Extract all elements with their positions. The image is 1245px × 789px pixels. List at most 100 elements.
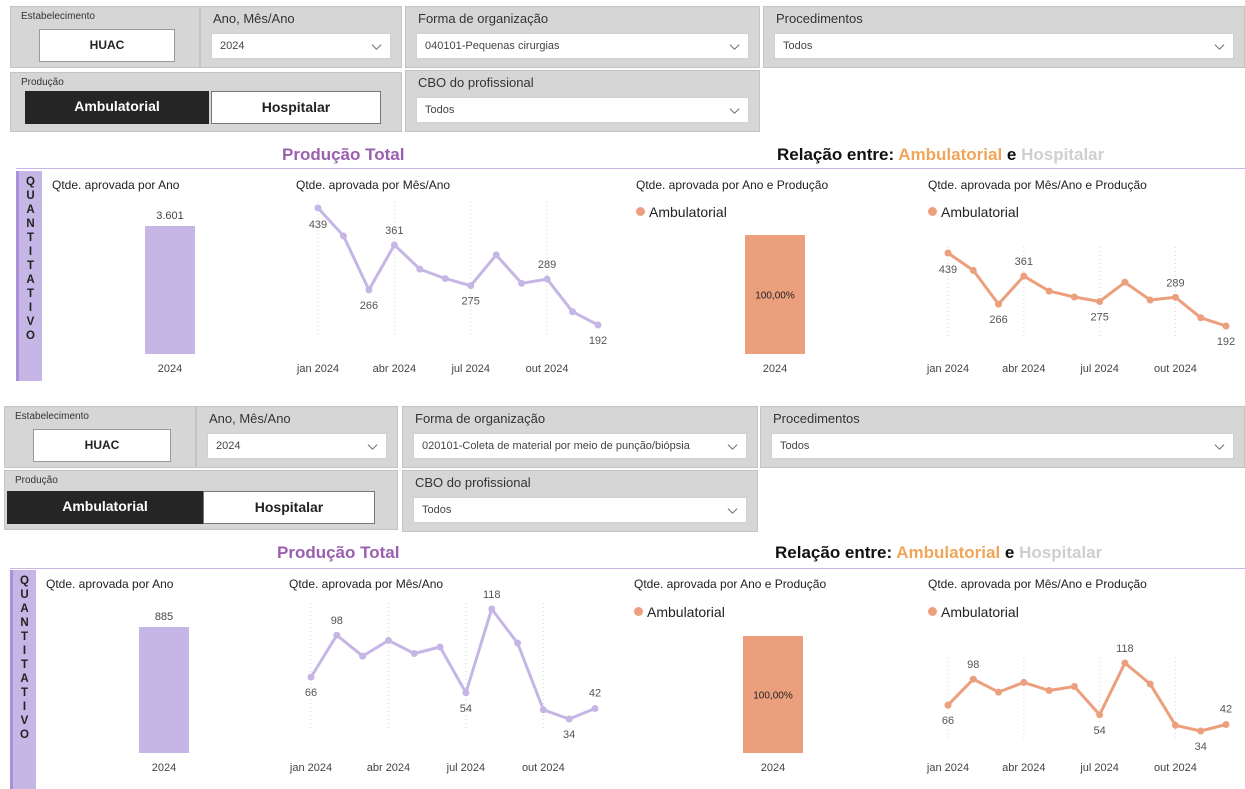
legend-label: Ambulatorial — [941, 604, 1019, 620]
producao-hospitalar-button[interactable]: Hospitalar — [203, 491, 375, 524]
data-point — [1045, 287, 1053, 295]
x-tick-label: abr 2024 — [367, 762, 410, 774]
x-tick-label: jul 2024 — [1079, 363, 1119, 375]
cbo-dropdown[interactable]: Todos — [413, 497, 747, 523]
legend-ambulatorial[interactable]: Ambulatorial — [636, 204, 727, 220]
producao-ambulatorial-button[interactable]: Ambulatorial — [7, 491, 203, 524]
x-tick-label: jan 2024 — [926, 363, 969, 375]
procedimentos-dropdown[interactable]: Todos — [774, 33, 1234, 59]
chevron-down-icon — [1214, 444, 1225, 451]
sidebar-letter: N — [20, 617, 29, 629]
sidebar-letter: I — [22, 701, 27, 713]
visual-title-por-mes: Qtde. aprovada por Mês/Ano — [296, 178, 451, 192]
relacao-prefix: Relação entre: — [775, 543, 893, 562]
filter-procedimentos: Procedimentos Todos — [760, 406, 1245, 468]
x-tick-label: jan 2024 — [289, 762, 332, 774]
visual-title-por-mes-producao: Qtde. aprovada por Mês/Ano e Produção — [928, 178, 1147, 192]
chevron-down-icon — [367, 444, 378, 451]
sidebar-letter: O — [26, 330, 35, 342]
legend-ambulatorial[interactable]: Ambulatorial — [928, 604, 1019, 620]
data-point — [314, 204, 322, 212]
x-tick-label: abr 2024 — [373, 363, 416, 375]
estabelecimento-value-button[interactable]: HUAC — [33, 429, 171, 462]
data-point — [969, 266, 977, 274]
producao-hospitalar-button[interactable]: Hospitalar — [211, 91, 381, 124]
data-point — [591, 705, 599, 713]
data-point — [492, 251, 500, 259]
data-point — [441, 275, 449, 283]
data-label: 266 — [989, 314, 1007, 326]
sidebar-letter: T — [20, 631, 29, 643]
forma-dropdown-value: 040101-Pequenas cirurgias — [425, 40, 560, 52]
filter-procedimentos-title: Procedimentos — [776, 11, 863, 26]
filter-estabelecimento-title: Estabelecimento — [15, 411, 89, 422]
filter-procedimentos-title: Procedimentos — [773, 411, 860, 426]
data-point — [416, 265, 424, 273]
filter-producao-title: Produção — [21, 77, 64, 88]
x-tick-label: 2024 — [158, 363, 182, 375]
sidebar-letter: T — [26, 260, 35, 272]
procedimentos-dropdown[interactable]: Todos — [771, 433, 1234, 459]
data-point — [969, 675, 977, 683]
sidebar-letter: I — [22, 645, 27, 657]
chart-qtde-por-ano-producao[interactable]: 100,00% 2024 — [698, 626, 848, 779]
cbo-dropdown-value: Todos — [422, 504, 452, 516]
bar — [139, 627, 189, 753]
filter-forma-organizacao: Forma de organização 040101-Pequenas cir… — [405, 6, 760, 68]
data-point — [359, 652, 367, 660]
data-point — [365, 286, 373, 294]
producao-ambulatorial-button[interactable]: Ambulatorial — [25, 91, 209, 124]
cbo-dropdown[interactable]: Todos — [416, 97, 749, 123]
ano-dropdown[interactable]: 2024 — [211, 33, 391, 59]
x-tick-label: out 2024 — [1154, 363, 1197, 375]
chevron-down-icon — [371, 44, 382, 51]
data-label: 192 — [589, 335, 607, 347]
chart-qtde-por-mes[interactable]: 439 266 361 275 289 192 jan 2024 abr 2024 jul 20… — [280, 196, 610, 380]
chart-qtde-por-ano[interactable]: 885 2024 — [94, 596, 234, 779]
data-point — [1197, 727, 1205, 735]
data-point — [1020, 678, 1028, 686]
sidebar-letter: O — [20, 729, 29, 741]
data-label: 98 — [331, 615, 343, 627]
filter-forma-title: Forma de organização — [418, 11, 549, 26]
chevron-down-icon — [727, 508, 738, 515]
data-point — [1197, 314, 1205, 322]
bar — [145, 226, 195, 354]
legend-dot-icon — [928, 207, 937, 216]
data-point — [467, 282, 475, 290]
legend-ambulatorial[interactable]: Ambulatorial — [928, 204, 1019, 220]
procedimentos-dropdown-value: Todos — [783, 40, 813, 52]
relacao-ambulatorial: Ambulatorial — [896, 543, 1001, 562]
legend-ambulatorial[interactable]: Ambulatorial — [634, 604, 725, 620]
chart-qtde-por-mes[interactable]: 66 98 54 118 34 42 jan 2024 abr 2024 jul 2024 out… — [273, 589, 607, 779]
legend-dot-icon — [636, 207, 645, 216]
dashboard-section-2: Estabelecimento HUAC Ano, Mês/Ano 2024 F… — [0, 402, 1245, 789]
ano-dropdown[interactable]: 2024 — [207, 433, 387, 459]
data-label: 439 — [939, 264, 957, 276]
chart-qtde-por-ano[interactable]: 3.601 2024 — [100, 196, 240, 380]
data-point — [594, 321, 602, 329]
relacao-title: Relação entre: Ambulatorial e Hospitalar — [775, 543, 1102, 563]
data-label: 361 — [1015, 256, 1033, 268]
data-point — [333, 631, 341, 639]
data-label: 66 — [942, 715, 954, 727]
data-point — [944, 701, 952, 709]
x-tick-label: out 2024 — [526, 363, 569, 375]
data-point — [539, 706, 547, 714]
data-point — [1070, 682, 1078, 690]
chart-qtde-por-ano-producao[interactable]: 100,00% 2024 — [700, 226, 850, 380]
data-label: 54 — [460, 703, 472, 715]
filter-cbo: CBO do profissional Todos — [405, 70, 760, 132]
data-point — [1171, 721, 1179, 729]
sidebar-letter: A — [20, 673, 29, 685]
filter-cbo-title: CBO do profissional — [418, 75, 534, 90]
forma-dropdown[interactable]: 020101-Coleta de material por meio de pu… — [413, 433, 747, 459]
estabelecimento-value-button[interactable]: HUAC — [39, 29, 175, 62]
data-point — [1146, 296, 1154, 304]
chart-qtde-por-mes-producao[interactable]: 439 266 361 275 289 192 jan 2024 abr 2024 jul 20… — [912, 226, 1235, 380]
forma-dropdown[interactable]: 040101-Pequenas cirurgias — [416, 33, 749, 59]
data-point — [995, 688, 1003, 696]
chart-qtde-por-mes-producao[interactable]: 66 98 54 118 34 42 jan 2024 abr 2024 jul 2024 out… — [912, 626, 1234, 779]
data-point — [1096, 297, 1104, 305]
x-tick-label: 2024 — [763, 363, 787, 375]
